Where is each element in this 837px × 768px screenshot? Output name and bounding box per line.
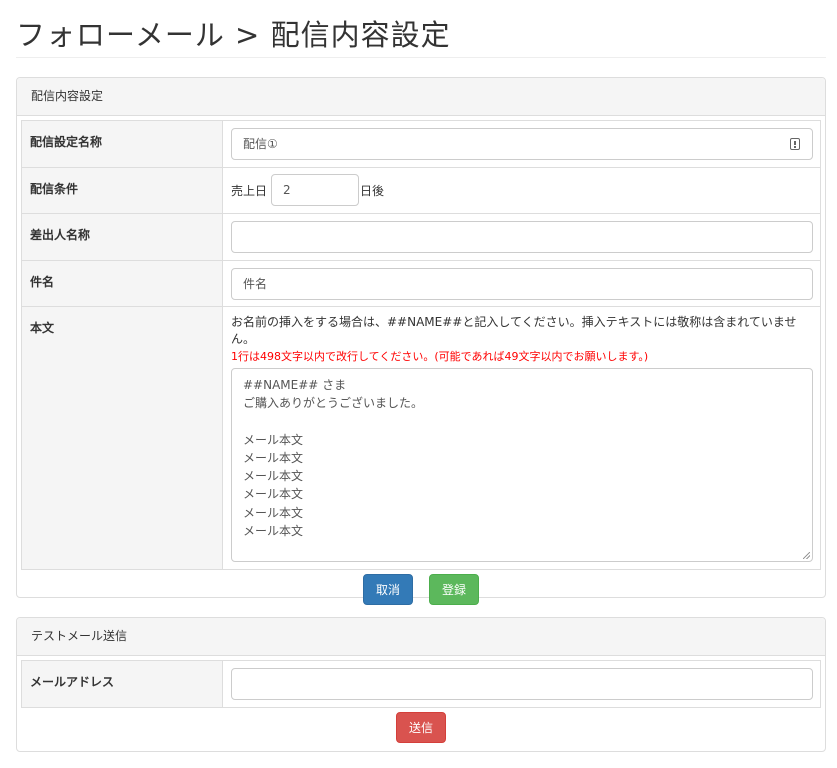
page-title: フォローメール > 配信内容設定 [16, 18, 451, 52]
sender-name-label: 差出人名称 [21, 213, 223, 261]
sender-name-row: 差出人名称 [21, 213, 821, 261]
condition-prefix: 売上日 [231, 183, 268, 198]
send-button[interactable]: 送信 [396, 712, 446, 743]
autofill-icon[interactable] [790, 138, 800, 150]
setting-name-row: 配信設定名称 配信① [21, 120, 821, 168]
body-text-line: メール本文 [243, 432, 304, 447]
setting-name-input[interactable]: 配信① [231, 128, 813, 160]
test-form-table: メールアドレス [21, 660, 821, 708]
days-after-input[interactable]: 2 [271, 174, 360, 206]
body-label: 本文 [21, 306, 223, 570]
subject-label: 件名 [21, 260, 223, 307]
register-button[interactable]: 登録 [429, 574, 479, 605]
subject-input[interactable]: 件名 [231, 268, 813, 300]
email-label: メールアドレス [21, 660, 223, 708]
test-panel-heading: テストメール送信 [17, 618, 825, 656]
body-text-line: メール本文 [243, 487, 304, 502]
condition-label: 配信条件 [21, 167, 223, 214]
subject-row: 件名 件名 [21, 260, 821, 307]
body-text-line: ご購入ありがとうございました。 [243, 396, 424, 411]
body-text-line: メール本文 [243, 469, 304, 484]
body-note: お名前の挿入をする場合は、##NAME##と記入してください。挿入テキストには敬… [231, 315, 797, 346]
body-text-line: メール本文 [243, 450, 304, 465]
body-text-line: メール本文 [243, 524, 304, 539]
condition-row: 配信条件 売上日 2 日後 [21, 167, 821, 214]
test-mail-panel: テストメール送信 メールアドレス 送信 [16, 617, 826, 752]
title-divider [16, 57, 826, 58]
delivery-actions: 取消 登録 [17, 574, 825, 605]
sender-name-input[interactable] [231, 221, 813, 253]
test-actions: 送信 [17, 712, 825, 743]
body-text-line: ##NAME## さま [243, 378, 347, 392]
body-text-line: メール本文 [243, 505, 304, 520]
body-row: 本文 お名前の挿入をする場合は、##NAME##と記入してください。挿入テキスト… [21, 306, 821, 570]
email-row: メールアドレス [21, 660, 821, 708]
delivery-settings-panel: 配信内容設定 配信設定名称 配信① 配信条件 売上日 2 日後 差出人名称 件名… [16, 77, 826, 605]
email-input[interactable] [231, 668, 813, 700]
cancel-button[interactable]: 取消 [363, 574, 413, 605]
setting-name-value: 配信① [243, 137, 278, 151]
resize-grip-icon[interactable] [803, 552, 810, 559]
setting-name-label: 配信設定名称 [21, 120, 223, 168]
body-textarea[interactable]: ##NAME## さま ご購入ありがとうございました。 メール本文 メール本文 メール本… [231, 368, 813, 562]
body-text-line [243, 413, 801, 431]
delivery-form-table: 配信設定名称 配信① 配信条件 売上日 2 日後 差出人名称 件名 件名 本文 … [21, 120, 821, 570]
delivery-panel-heading: 配信内容設定 [17, 78, 825, 116]
body-warning: 1行は498文字以内で改行してください。(可能であれば49文字以内でお願いします… [231, 350, 649, 363]
condition-suffix: 日後 [360, 183, 385, 198]
